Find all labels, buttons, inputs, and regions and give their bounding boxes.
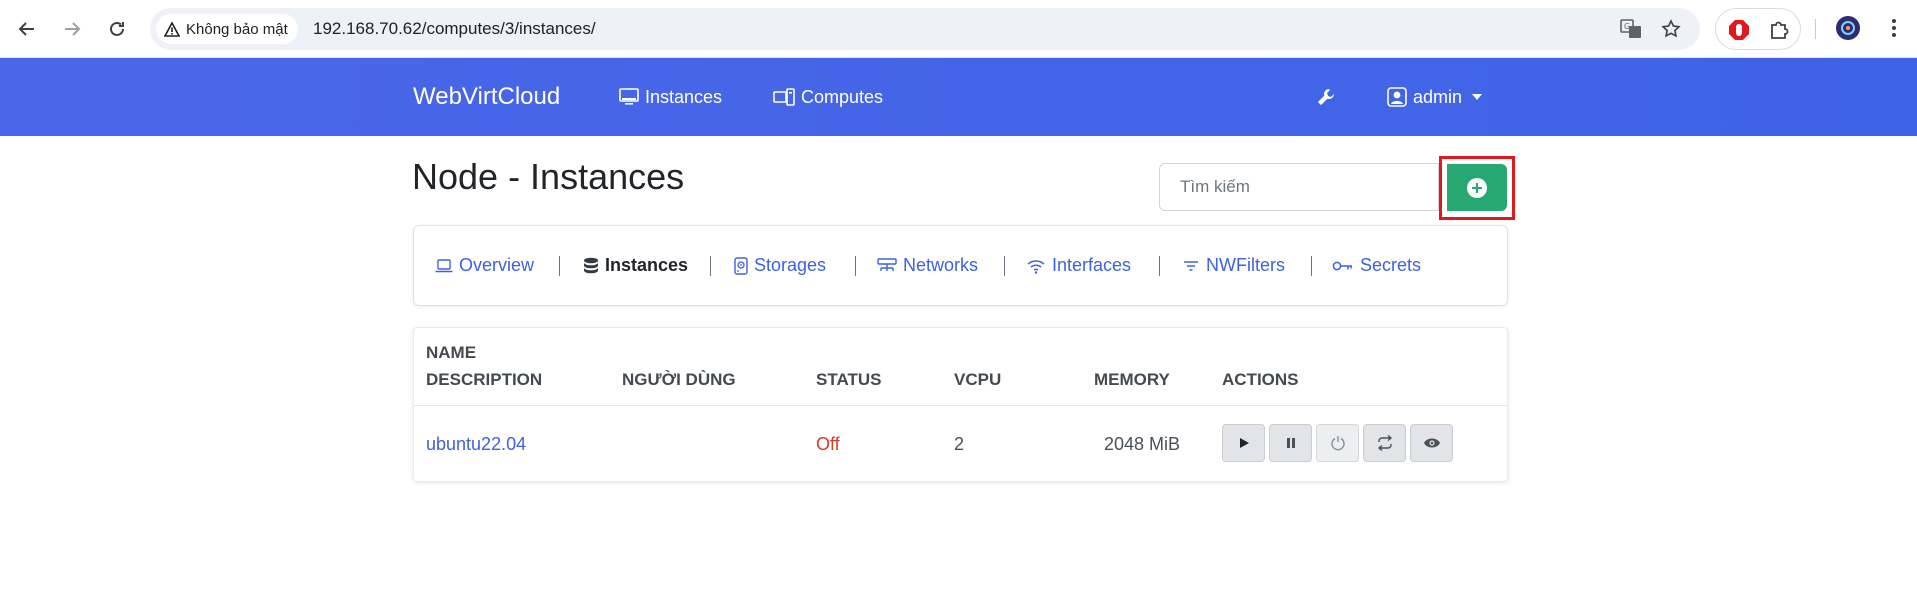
key-icon bbox=[1332, 261, 1352, 270]
column-header-user[interactable]: NGƯỜI DÙNG bbox=[622, 370, 736, 390]
table-divider bbox=[414, 405, 1507, 406]
column-header-name[interactable]: NAME bbox=[426, 343, 476, 363]
tab-networks-label: Networks bbox=[903, 255, 979, 275]
extensions-puzzle-icon[interactable] bbox=[1765, 16, 1793, 44]
database-icon bbox=[584, 257, 598, 273]
tab-instances[interactable]: Instances bbox=[583, 226, 688, 305]
filter-icon bbox=[1184, 260, 1198, 271]
search-input[interactable] bbox=[1159, 163, 1439, 211]
column-header-vcpu[interactable]: VCPU bbox=[954, 370, 1001, 390]
nav-computes-link[interactable]: Computes bbox=[773, 58, 883, 136]
svg-text:G: G bbox=[1624, 22, 1630, 31]
network-icon bbox=[877, 257, 897, 271]
instance-name-link[interactable]: ubuntu22.04 bbox=[426, 434, 526, 455]
user-menu-dropdown[interactable]: admin bbox=[1387, 58, 1483, 136]
back-icon[interactable] bbox=[10, 12, 44, 46]
user-menu-label: admin bbox=[1413, 86, 1463, 107]
chevron-down-icon bbox=[1472, 94, 1483, 100]
settings-wrench-link[interactable] bbox=[1316, 58, 1336, 136]
power-icon bbox=[1330, 436, 1345, 451]
instance-memory: 2048 MiB bbox=[1104, 434, 1181, 454]
profile-avatar-icon[interactable] bbox=[1834, 14, 1862, 42]
tab-divider bbox=[1004, 256, 1005, 276]
browser-toolbar: Không bảo mật 192.168.70.62/computes/3/i… bbox=[0, 0, 1917, 58]
play-icon bbox=[1239, 438, 1249, 448]
reload-icon[interactable] bbox=[100, 12, 134, 46]
eye-icon bbox=[1423, 438, 1440, 448]
tab-instances-label: Instances bbox=[605, 255, 689, 275]
node-tabs-card: Overview Instances Storages Networks Int… bbox=[413, 225, 1508, 306]
suspend-button[interactable] bbox=[1269, 424, 1312, 462]
nav-computes-label: Computes bbox=[801, 86, 884, 107]
address-bar[interactable]: Không bảo mật 192.168.70.62/computes/3/i… bbox=[150, 8, 1700, 50]
tab-divider bbox=[855, 256, 856, 276]
extensions-group bbox=[1715, 8, 1801, 50]
start-button[interactable] bbox=[1222, 424, 1265, 462]
user-avatar-icon bbox=[1387, 87, 1407, 107]
plus-circle-icon bbox=[1467, 177, 1487, 198]
laptop-icon bbox=[435, 258, 453, 272]
tab-divider bbox=[559, 256, 560, 276]
instance-status: Off bbox=[816, 434, 840, 454]
disk-icon bbox=[734, 256, 748, 275]
nav-instances-link[interactable]: Instances bbox=[619, 58, 722, 136]
power-off-button[interactable] bbox=[1316, 424, 1359, 462]
tab-nwfilters[interactable]: NWFilters bbox=[1182, 226, 1285, 305]
tab-nwfilters-label: NWFilters bbox=[1206, 255, 1285, 275]
column-header-description[interactable]: DESCRIPTION bbox=[426, 370, 542, 390]
security-label: Không bảo mật bbox=[186, 20, 288, 38]
refresh-icon bbox=[1377, 435, 1392, 451]
page-title: Node - Instances bbox=[412, 156, 685, 197]
toolbar-divider bbox=[1815, 19, 1816, 39]
tab-divider bbox=[1311, 256, 1312, 276]
brand-link[interactable]: WebVirtCloud bbox=[413, 58, 560, 136]
column-header-actions: ACTIONS bbox=[1222, 370, 1299, 389]
tab-overview-label: Overview bbox=[459, 255, 535, 275]
url-text[interactable]: 192.168.70.62/computes/3/instances/ bbox=[313, 8, 596, 50]
translate-icon[interactable]: G bbox=[1618, 16, 1644, 42]
instance-vcpu: 2 bbox=[954, 434, 965, 454]
bookmark-star-icon[interactable] bbox=[1658, 16, 1684, 42]
wrench-icon bbox=[1318, 89, 1334, 105]
restart-button[interactable] bbox=[1363, 424, 1406, 462]
tab-overview[interactable]: Overview bbox=[435, 226, 534, 305]
column-header-status[interactable]: STATUS bbox=[816, 370, 881, 390]
forward-icon[interactable] bbox=[55, 12, 89, 46]
pause-icon bbox=[1286, 438, 1295, 448]
monitor-icon bbox=[619, 88, 639, 105]
adblock-extension-icon[interactable] bbox=[1725, 16, 1753, 44]
instances-table: NAME DESCRIPTION NGƯỜI DÙNG STATUS VCPU … bbox=[413, 327, 1508, 482]
add-instance-button[interactable] bbox=[1447, 164, 1507, 211]
tab-interfaces-label: Interfaces bbox=[1052, 255, 1132, 275]
tab-interfaces[interactable]: Interfaces bbox=[1026, 226, 1131, 305]
console-button[interactable] bbox=[1410, 424, 1453, 462]
security-chip[interactable]: Không bảo mật bbox=[156, 14, 298, 44]
tab-secrets[interactable]: Secrets bbox=[1332, 226, 1421, 305]
column-header-memory[interactable]: MEMORY bbox=[1094, 370, 1170, 390]
tab-divider bbox=[710, 256, 711, 276]
tab-storages[interactable]: Storages bbox=[734, 226, 826, 305]
browser-menu-icon[interactable] bbox=[1880, 14, 1908, 42]
server-icon bbox=[773, 88, 795, 106]
nav-instances-label: Instances bbox=[645, 86, 723, 107]
tab-storages-label: Storages bbox=[754, 255, 827, 275]
wifi-icon bbox=[1027, 259, 1045, 274]
tab-secrets-label: Secrets bbox=[1360, 255, 1422, 275]
warning-icon bbox=[164, 21, 180, 37]
tab-networks[interactable]: Networks bbox=[877, 226, 978, 305]
tab-divider bbox=[1159, 256, 1160, 276]
app-navbar: WebVirtCloud Instances Computes admin bbox=[0, 58, 1917, 136]
